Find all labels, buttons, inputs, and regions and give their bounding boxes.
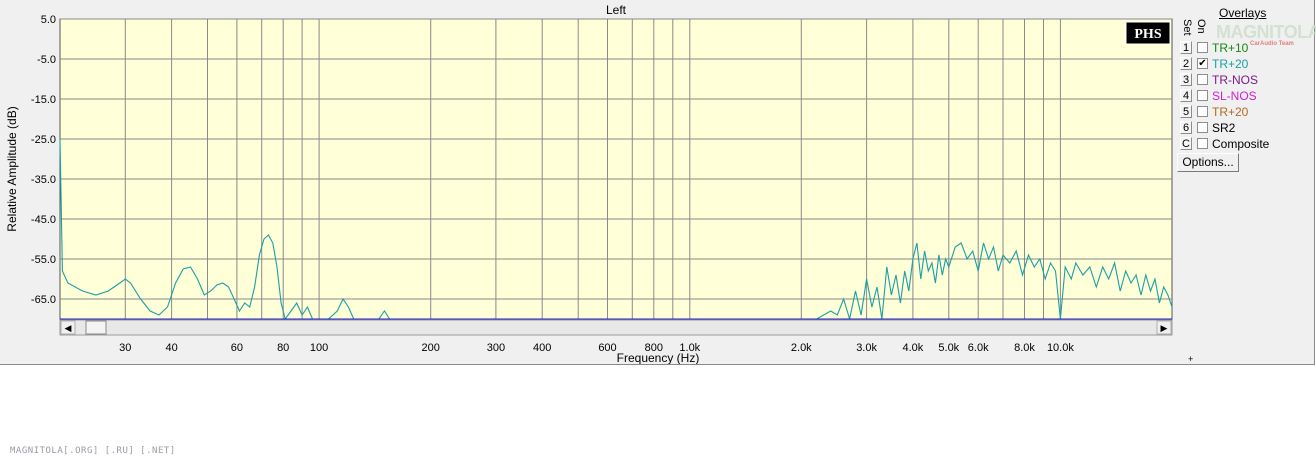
- overlay-label-2: TR+20: [1212, 57, 1249, 71]
- overlay-label-4: SL-NOS: [1212, 89, 1257, 103]
- phs-badge-text: PHS: [1134, 27, 1161, 42]
- y-tick-label: 5.0: [41, 14, 56, 26]
- overlay-checkbox-composite[interactable]: [1197, 138, 1208, 149]
- scroll-right-arrow-icon: ▶: [1161, 324, 1168, 334]
- x-tick-label: 40: [165, 342, 177, 354]
- y-tick-label: -45.0: [31, 214, 56, 226]
- overlay-checkbox-2[interactable]: ✔: [1197, 58, 1208, 69]
- plot-background: [59, 18, 1173, 320]
- overlay-row-6: 6 SR2: [1180, 120, 1315, 136]
- x-tick-label: 80: [277, 342, 289, 354]
- overlay-label-6: SR2: [1212, 121, 1236, 135]
- x-tick-label: 8.0k: [1014, 342, 1035, 354]
- horizontal-scrollbar[interactable]: ◀ ▶: [59, 319, 1173, 336]
- y-tick-label: -65.0: [31, 294, 56, 306]
- overlay-checkbox-5[interactable]: [1197, 106, 1208, 117]
- x-tick-label: 600: [598, 342, 616, 354]
- set-button-6[interactable]: 6: [1180, 121, 1192, 134]
- x-axis-label: Frequency (Hz): [617, 351, 700, 364]
- overlay-label-1: TR+10: [1212, 41, 1249, 55]
- x-tick-label: 30: [119, 342, 131, 354]
- footer-watermark: MAGNITOLA[.ORG] [.RU] [.NET]: [10, 446, 176, 456]
- x-tick-label: 100: [310, 342, 328, 354]
- x-tick-label: 2.0k: [791, 342, 812, 354]
- chart-area: Left 5.0 -5.0 -15.0 -25.0 -35.0 -45.0 -55.0 -65…: [5, 3, 1173, 364]
- scroll-left-arrow-icon: ◀: [65, 324, 72, 334]
- scroll-thumb[interactable]: [85, 320, 107, 335]
- resize-handle-icon[interactable]: +: [1188, 354, 1193, 364]
- overlay-row-composite: C Composite: [1180, 136, 1315, 152]
- chart-title: Left: [606, 3, 627, 17]
- set-column-header: Set: [1181, 19, 1193, 36]
- set-button-3[interactable]: 3: [1180, 73, 1192, 86]
- set-button-1[interactable]: 1: [1180, 41, 1192, 54]
- overlay-checkbox-3[interactable]: [1197, 74, 1208, 85]
- overlay-row-4: 4 SL-NOS: [1180, 88, 1315, 104]
- set-button-composite[interactable]: C: [1180, 137, 1192, 150]
- y-tick-label: -15.0: [31, 94, 56, 106]
- x-tick-labels: 30 40 60 80 100 200 300 400 600 800 1.0k 2.0k 3.0k 4.…: [119, 342, 1074, 354]
- x-tick-label: 4.0k: [903, 342, 924, 354]
- overlay-label-5: TR+20: [1212, 105, 1249, 119]
- set-button-2[interactable]: 2: [1180, 57, 1192, 70]
- y-tick-label: -5.0: [37, 54, 56, 66]
- options-button[interactable]: Options...: [1177, 153, 1239, 172]
- x-tick-label: 6.0k: [968, 342, 989, 354]
- overlay-row-3: 3 TR-NOS: [1180, 72, 1315, 88]
- overlay-label-3: TR-NOS: [1212, 73, 1258, 87]
- phs-badge: PHS: [1125, 21, 1171, 45]
- y-tick-label: -25.0: [31, 134, 56, 146]
- y-tick-label: -35.0: [31, 174, 56, 186]
- overlays-title: Overlays: [1219, 6, 1267, 20]
- overlay-label-composite: Composite: [1212, 137, 1270, 151]
- x-tick-label: 5.0k: [938, 342, 959, 354]
- y-tick-label: -55.0: [31, 254, 56, 266]
- y-axis-label: Relative Amplitude (dB): [5, 106, 19, 231]
- x-tick-label: 60: [231, 342, 243, 354]
- x-tick-label: 400: [533, 342, 551, 354]
- y-tick-labels: 5.0 -5.0 -15.0 -25.0 -35.0 -45.0 -55.0 -65.0: [31, 14, 56, 306]
- set-button-5[interactable]: 5: [1180, 105, 1192, 118]
- overlay-checkbox-4[interactable]: [1197, 90, 1208, 101]
- on-column-header: On: [1195, 19, 1207, 34]
- x-tick-label: 200: [422, 342, 440, 354]
- overlay-row-2: 2 ✔ TR+20: [1180, 56, 1315, 72]
- overlay-row-5: 5 TR+20: [1180, 104, 1315, 120]
- x-tick-label: 10.0k: [1047, 342, 1074, 354]
- set-button-4[interactable]: 4: [1180, 89, 1192, 102]
- x-tick-label: 300: [487, 342, 505, 354]
- overlay-checkbox-1[interactable]: [1197, 42, 1208, 53]
- overlay-row-1: 1 TR+10: [1180, 40, 1315, 56]
- x-tick-label: 3.0k: [856, 342, 877, 354]
- overlay-checkbox-6[interactable]: [1197, 122, 1208, 133]
